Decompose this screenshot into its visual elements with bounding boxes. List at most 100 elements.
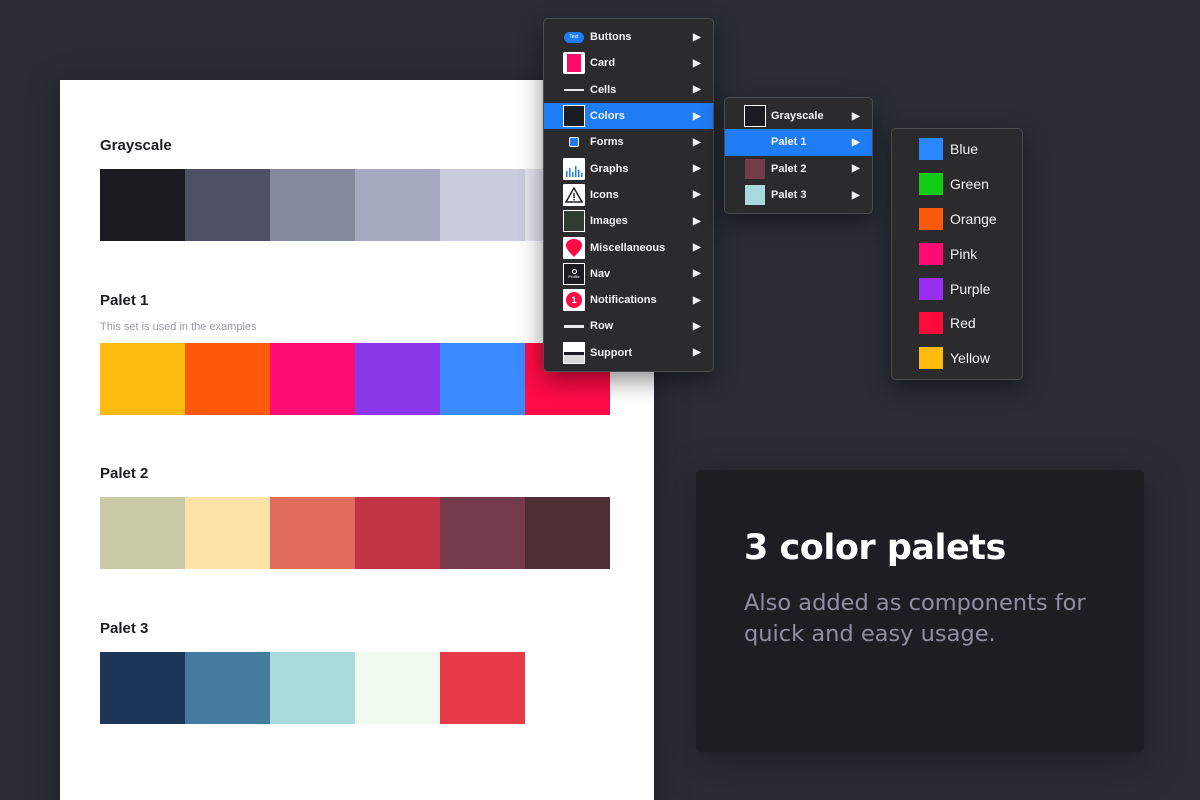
color-swatch [440,343,525,415]
menu-item-card[interactable]: Card ▶ [544,50,713,76]
section-title: Palet 3 [100,620,149,637]
color-item-purple[interactable]: Purple [892,271,1022,306]
color-item-yellow[interactable]: Yellow [892,341,1022,376]
color-swatch-icon [744,131,766,153]
menu-item-label: Forms [590,136,624,149]
color-swatch [440,497,525,569]
card-icon [563,52,585,75]
menu-item-buttons[interactable]: Text Buttons ▶ [544,24,713,50]
support-icon [563,341,585,364]
colors-submenu: Grayscale ▶ Palet 1 ▶ Palet 2 ▶ Palet 3 … [724,97,873,215]
button-icon: Text [563,26,585,48]
menu-item-cells[interactable]: Cells ▶ [544,77,713,103]
color-swatch [355,497,440,569]
color-item-blue[interactable]: Blue [892,132,1022,167]
menu-item-label: Blue [950,141,979,158]
submenu-arrow-icon: ▶ [693,163,701,175]
menu-item-label: Palet 1 [771,136,807,149]
color-swatch [355,652,440,724]
submenu-arrow-icon: ▶ [693,215,701,227]
color-swatch-icon [919,277,943,300]
color-swatch-icon [919,138,943,161]
submenu-arrow-icon: ▶ [693,57,701,69]
menu-item-label: Buttons [590,31,632,44]
submenu-item-palet-2[interactable]: Palet 2 ▶ [725,156,872,182]
color-swatch [185,169,270,241]
menu-item-label: Red [950,315,976,332]
menu-item-label: Nav [590,267,611,280]
menu-item-label: Orange [950,210,997,227]
submenu-arrow-icon: ▶ [693,189,701,201]
menu-item-label: Green [950,176,989,193]
promo-card: 3 color palets Also added as components … [696,470,1144,752]
menu-item-label: Yellow [950,350,990,367]
submenu-arrow-icon: ▶ [693,84,701,96]
menu-item-label: Pink [950,245,978,262]
section-subtitle: This set is used in the examples [100,321,257,333]
button-icon-badge: Text [564,31,584,43]
submenu-arrow-icon: ▶ [693,110,701,122]
submenu-arrow-icon: ▶ [693,242,701,254]
submenu-arrow-icon: ▶ [852,189,860,201]
submenu-arrow-icon: ▶ [693,136,701,148]
color-swatch-icon [919,347,943,370]
notification-count-badge: 1 [566,292,582,309]
menu-item-label: Card [590,57,616,70]
menu-item-nav[interactable]: Profile Nav ▶ [544,261,713,287]
menu-item-support[interactable]: Support ▶ [544,340,713,366]
menu-item-label: Purple [950,280,991,297]
notification-icon: 1 [563,289,585,312]
menu-item-label: Cells [590,83,617,96]
submenu-arrow-icon: ▶ [693,31,701,43]
promo-title: 3 color palets [744,528,1006,568]
color-swatch-icon [744,184,766,206]
color-swatch [270,169,355,241]
menu-item-label: Row [590,320,614,333]
color-swatch [185,343,270,415]
promo-description: Also added as components for quick and e… [744,590,1086,647]
menu-item-forms[interactable]: Forms ▶ [544,129,713,155]
menu-item-label: Miscellaneous [590,241,666,254]
submenu-item-palet-3[interactable]: Palet 3 ▶ [725,182,872,208]
color-item-pink[interactable]: Pink [892,236,1022,271]
menu-item-graphs[interactable]: Graphs ▶ [544,155,713,181]
color-item-red[interactable]: Red [892,306,1022,341]
menu-item-miscellaneous[interactable]: Miscellaneous ▶ [544,234,713,260]
color-item-green[interactable]: Green [892,167,1022,202]
menu-item-label: Icons [590,188,619,201]
row-icon [563,315,585,337]
section-palet-3: Palet 3 [100,620,148,637]
nav-icon-caption: Profile [568,273,580,279]
color-swatch [270,343,355,415]
color-swatch [440,169,525,241]
submenu-arrow-icon: ▶ [852,136,860,148]
swatch-row-palet-1 [100,343,610,415]
submenu-arrow-icon: ▶ [693,320,701,332]
color-swatch [100,343,185,415]
section-palet-2: Palet 2 [100,465,148,482]
submenu-item-grayscale[interactable]: Grayscale ▶ [725,103,872,129]
color-swatch [440,652,525,724]
submenu-item-palet-1[interactable]: Palet 1 ▶ [725,129,872,156]
color-swatch-icon [919,173,943,196]
components-menu: Text Buttons ▶ Card ▶ Cells ▶ Colors ▶ F… [543,18,714,372]
menu-item-row[interactable]: Row ▶ [544,313,713,339]
menu-item-label: Images [590,215,628,228]
color-item-orange[interactable]: Orange [892,202,1022,237]
warning-icon [563,183,585,206]
menu-item-images[interactable]: Images ▶ [544,208,713,234]
section-title: Palet 2 [100,465,149,482]
menu-item-label: Colors [590,110,625,123]
submenu-arrow-icon: ▶ [693,347,701,359]
color-swatch-icon [919,312,943,335]
swatch-row-palet-2 [100,497,610,569]
menu-item-notifications[interactable]: 1 Notifications ▶ [544,287,713,313]
menu-item-icons[interactable]: Icons ▶ [544,182,713,208]
section-title: Grayscale [100,137,172,154]
menu-item-label: Notifications [590,294,657,307]
map-pin-icon [563,236,585,259]
menu-item-colors[interactable]: Colors ▶ [544,102,713,130]
color-swatch [525,497,610,569]
color-swatch [355,343,440,415]
palet-1-colors-submenu: Blue Green Orange Pink Purple Red Yellow [891,128,1023,380]
